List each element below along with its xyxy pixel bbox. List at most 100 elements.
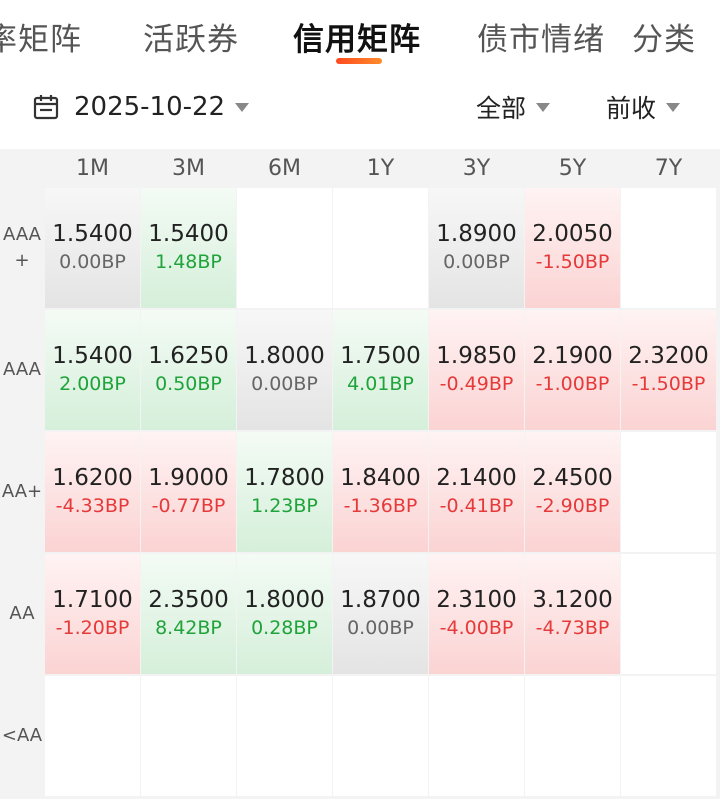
matrix-cell[interactable]: 1.8000 0.28BP [237,554,332,674]
row-header: AA [9,603,35,624]
column-header-5y: 5Y [558,156,587,181]
yield-change: -1.00BP [535,373,610,395]
yield-value: 1.5400 [148,221,229,247]
matrix-cell-empty [237,676,332,796]
yield-change: 4.01BP [347,373,414,395]
yield-change: 0.50BP [155,373,222,395]
yield-change: 2.00BP [59,373,126,395]
yield-value: 1.5400 [52,343,133,369]
matrix-cell[interactable]: 1.6200 -4.33BP [45,432,140,552]
matrix-cell-empty [621,432,716,552]
yield-change: 8.42BP [155,617,222,639]
row-header: AAA+ [3,224,41,271]
matrix-cell[interactable]: 2.4500 -2.90BP [525,432,620,552]
matrix-cell[interactable]: 2.3200 -1.50BP [621,310,716,430]
scope-value: 全部 [476,94,527,123]
yield-change: 0.00BP [347,617,414,639]
yield-change: -1.50BP [535,251,610,273]
matrix-cell[interactable]: 2.1400 -0.41BP [429,432,524,552]
yield-value: 2.3500 [148,587,229,613]
matrix-cell-empty [621,676,716,796]
yield-change: 1.48BP [155,251,222,273]
yield-value: 1.8900 [436,221,517,247]
chevron-down-icon [235,102,250,112]
yield-value: 1.9000 [148,465,229,491]
yield-change: -0.49BP [439,373,514,395]
column-header-3y: 3Y [462,156,491,181]
chevron-down-icon [666,102,681,112]
yield-change: 0.00BP [251,373,318,395]
date-selector[interactable]: 2025-10-22 [32,90,250,124]
yield-value: 2.4500 [532,465,613,491]
yield-value: 3.1200 [532,587,613,613]
yield-change: -0.77BP [151,495,226,517]
yield-change: -1.20BP [55,617,130,639]
matrix-cell-empty [621,188,716,308]
matrix-cell[interactable]: 2.1900 -1.00BP [525,310,620,430]
yield-value: 1.9850 [436,343,517,369]
calendar-icon [33,95,59,120]
matrix-cell[interactable]: 2.3100 -4.00BP [429,554,524,674]
yield-change: 1.23BP [251,495,318,517]
yield-value: 2.3200 [628,343,709,369]
matrix-cell[interactable]: 2.3500 8.42BP [141,554,236,674]
matrix-cell[interactable]: 3.1200 -4.73BP [525,554,620,674]
scope-dropdown[interactable]: 全部 [476,90,551,124]
matrix-cell[interactable]: 1.8400 -1.36BP [333,432,428,552]
yield-value: 1.7100 [52,587,133,613]
yield-value: 1.8000 [244,343,325,369]
matrix-cell[interactable]: 1.9850 -0.49BP [429,310,524,430]
matrix-cell[interactable]: 1.7100 -1.20BP [45,554,140,674]
matrix-cell[interactable]: 1.5400 1.48BP [141,188,236,308]
yield-value: 2.1900 [532,343,613,369]
filter-bar: 2025-10-22 全部 前收 [0,78,720,138]
yield-change: -0.41BP [439,495,514,517]
yield-value: 2.3100 [436,587,517,613]
matrix-cell[interactable]: 1.8900 0.00BP [429,188,524,308]
yield-value: 1.8000 [244,587,325,613]
matrix-cell-empty [45,676,140,796]
tab-bond-sentiment[interactable]: 债市情绪 [477,14,605,59]
column-header-1m: 1M [76,156,109,181]
column-header-6m: 6M [268,156,301,181]
matrix-cell-empty [141,676,236,796]
matrix-cell-empty [333,188,428,308]
active-tab-indicator [336,58,382,64]
yield-change: -1.36BP [343,495,418,517]
matrix-cell[interactable]: 1.7500 4.01BP [333,310,428,430]
yield-value: 1.8400 [340,465,421,491]
row-header: <AA [1,725,43,746]
matrix-cell[interactable]: 1.9000 -0.77BP [141,432,236,552]
matrix-cell-empty [237,188,332,308]
tab-credit-matrix[interactable]: 信用矩阵 [293,14,421,59]
yield-value: 1.6250 [148,343,229,369]
tab-bar: 率矩阵 活跃券 信用矩阵 债市情绪 分类 [0,0,720,72]
chevron-down-icon [536,102,551,112]
yield-value: 2.0050 [532,221,613,247]
matrix-cell[interactable]: 1.5400 2.00BP [45,310,140,430]
price-type-value: 前收 [606,94,657,123]
column-header-1y: 1Y [366,156,395,181]
column-header-7y: 7Y [654,156,683,181]
yield-value: 1.7500 [340,343,421,369]
tab-rate-matrix[interactable]: 率矩阵 [0,14,82,59]
matrix-cell-empty [525,676,620,796]
matrix-cell[interactable]: 1.8700 0.00BP [333,554,428,674]
yield-value: 1.7800 [244,465,325,491]
tab-active-bonds[interactable]: 活跃券 [143,14,239,59]
matrix-cell[interactable]: 1.8000 0.00BP [237,310,332,430]
credit-matrix-grid: 1M 3M 6M 1Y 3Y 5Y 7Y AAA+ 1.5400 0.00BP 1.5400 1.48… [0,149,720,799]
yield-change: 0.00BP [443,251,510,273]
yield-change: 0.00BP [59,251,126,273]
column-header-3m: 3M [172,156,205,181]
matrix-cell-empty [621,554,716,674]
matrix-cell[interactable]: 1.5400 0.00BP [45,188,140,308]
matrix-cell[interactable]: 2.0050 -1.50BP [525,188,620,308]
matrix-cell[interactable]: 1.6250 0.50BP [141,310,236,430]
yield-change: 0.28BP [251,617,318,639]
tab-category[interactable]: 分类 [632,14,696,59]
price-type-dropdown[interactable]: 前收 [606,90,681,124]
yield-change: -4.33BP [55,495,130,517]
matrix-cell-empty [429,676,524,796]
matrix-cell[interactable]: 1.7800 1.23BP [237,432,332,552]
